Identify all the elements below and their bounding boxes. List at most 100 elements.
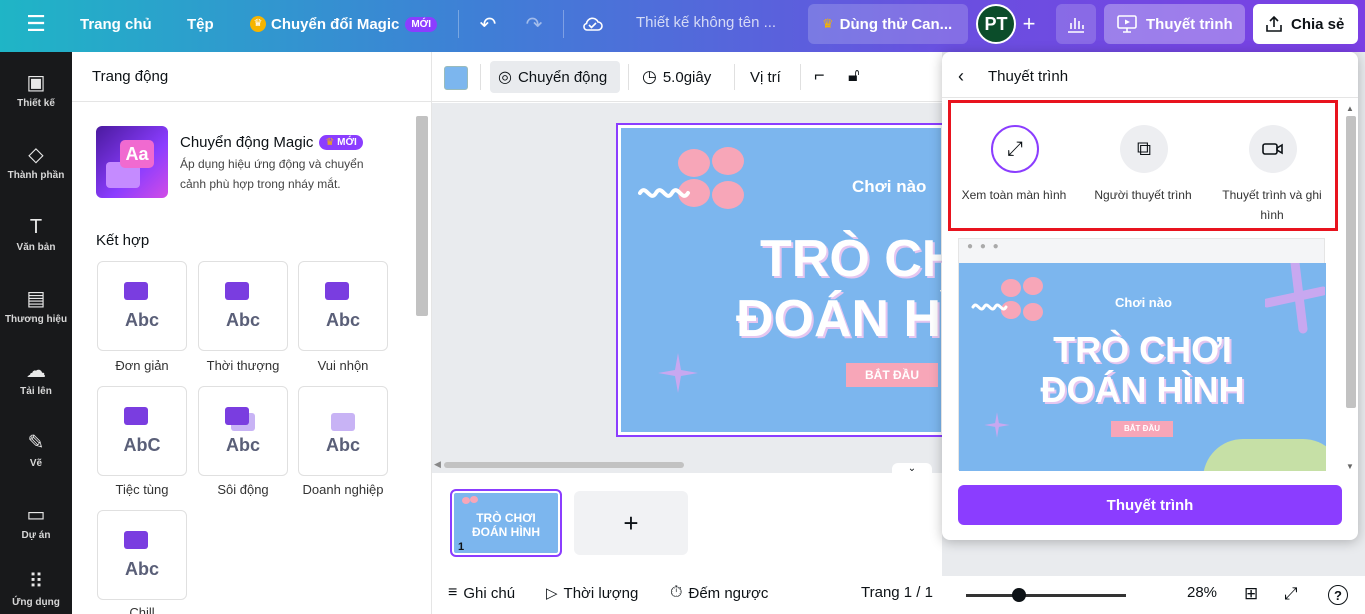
animation-card-fun[interactable]: Abc bbox=[298, 261, 388, 351]
page-thumbnail[interactable]: TRÒ CHƠI ĐOÁN HÌNH 1 bbox=[450, 489, 562, 557]
rail-item-text[interactable]: T Văn bản bbox=[0, 204, 72, 264]
add-page-button[interactable]: + bbox=[574, 491, 688, 555]
lock-icon[interactable]: 🔓︎ bbox=[848, 65, 860, 86]
option-label: Thuyết trình và ghi hình bbox=[1222, 188, 1322, 222]
rail-item-apps[interactable]: ⠿ Ứng dụng bbox=[0, 564, 72, 614]
sample-text: Abc bbox=[225, 435, 260, 455]
magic-animate-thumbnail[interactable]: Aa bbox=[96, 126, 168, 198]
position-button[interactable]: Vị trí bbox=[750, 61, 781, 93]
more-dots-icon: ● ● ● bbox=[967, 241, 1001, 252]
notes-button[interactable]: ≡ Ghi chú bbox=[448, 584, 515, 602]
duration-button[interactable]: ◷ 5.0giây bbox=[642, 61, 711, 93]
draw-icon: ✎ bbox=[27, 431, 45, 454]
crown-icon: ♛ bbox=[822, 16, 834, 31]
preview-start-button: BẮT ĐẦU bbox=[1111, 421, 1173, 437]
animation-card-party[interactable]: AbC bbox=[97, 386, 187, 476]
decor-blob bbox=[462, 497, 470, 504]
collapse-pages-chevron-icon[interactable]: ⌄ bbox=[892, 463, 932, 475]
present-button[interactable]: Thuyết trình bbox=[1104, 4, 1245, 44]
zoom-slider[interactable] bbox=[966, 594, 1126, 597]
trial-label: Dùng thử Can... bbox=[839, 15, 953, 33]
divider bbox=[628, 64, 629, 90]
slide-title-line1: TRÒ CHƠI bbox=[760, 230, 944, 288]
divider bbox=[458, 10, 459, 38]
notes-label: Ghi chú bbox=[463, 584, 516, 602]
cloud-saved-icon[interactable] bbox=[576, 8, 608, 40]
folder-icon: ▭ bbox=[26, 503, 46, 526]
share-button[interactable]: Chia sẻ bbox=[1253, 4, 1358, 44]
rail-item-projects[interactable]: ▭ Dự án bbox=[0, 492, 72, 552]
image-icon bbox=[331, 413, 355, 431]
rail-item-uploads[interactable]: ☁ Tải lên bbox=[0, 348, 72, 408]
page-indicator[interactable]: Trang 1 / 1 bbox=[861, 584, 933, 601]
scroll-up-arrow-icon[interactable]: ▲ bbox=[1346, 104, 1354, 113]
scroll-thumb[interactable] bbox=[1346, 116, 1356, 408]
document-title[interactable]: Thiết kế không tên ... bbox=[636, 14, 776, 31]
share-upload-icon bbox=[1266, 15, 1282, 32]
zoom-level[interactable]: 28% bbox=[1187, 584, 1217, 601]
file-menu[interactable]: Tệp bbox=[187, 0, 214, 48]
animation-card-trendy[interactable]: Abc bbox=[198, 261, 288, 351]
present-confirm-button[interactable]: Thuyết trình bbox=[958, 485, 1342, 525]
add-collaborator-icon[interactable]: + bbox=[1016, 8, 1042, 40]
animation-label: Chill bbox=[129, 605, 155, 614]
insights-chart-button[interactable] bbox=[1056, 4, 1096, 44]
animation-card-lively[interactable]: Abc bbox=[198, 386, 288, 476]
panel-scrollbar[interactable] bbox=[416, 116, 428, 316]
fullscreen-icon[interactable]: ⤢ bbox=[1284, 584, 1298, 604]
try-canva-pro-button[interactable]: ♛ Dùng thử Can... bbox=[808, 4, 968, 44]
animation-card-simple[interactable]: Abc bbox=[97, 261, 187, 351]
sample-text: Abc bbox=[325, 310, 360, 330]
scroll-thumb[interactable] bbox=[444, 462, 684, 468]
canvas-horizontal-scrollbar[interactable]: ◀ bbox=[432, 459, 942, 471]
present-options-highlight: ⤢ Xem toàn màn hình ⧉ Người thuyết trình… bbox=[948, 100, 1338, 231]
timer-button[interactable]: ⏱︎ Đếm ngược bbox=[670, 584, 768, 602]
animation-card-business[interactable]: Abc bbox=[298, 386, 388, 476]
scroll-down-arrow-icon[interactable]: ▼ bbox=[1346, 462, 1354, 471]
image-icon bbox=[325, 282, 349, 300]
animate-panel: Trang động Aa Chuyển động Magic ♛ MỚI Áp… bbox=[72, 52, 432, 614]
magic-animate-title[interactable]: Chuyển động Magic ♛ MỚI bbox=[180, 134, 363, 151]
option-fullscreen[interactable]: ⤢ Xem toàn màn hình bbox=[951, 103, 1077, 228]
rail-item-elements[interactable]: ◇ Thành phần bbox=[0, 132, 72, 192]
slide[interactable]: Chơi nào TRÒ CHƠI ĐOÁN HÌNH BẮT ĐẦU bbox=[616, 123, 946, 437]
thumb-title: TRÒ CHƠI ĐOÁN HÌNH bbox=[452, 511, 560, 539]
presentation-preview: ● ● ● Chơi nào TRÒ CHƠI ĐOÁN HÌNH BẮT ĐẦ… bbox=[958, 238, 1326, 471]
magic-switch-menu[interactable]: ♛ Chuyển đổi Magic MỚI bbox=[250, 0, 437, 48]
zoom-slider-knob[interactable] bbox=[1012, 588, 1026, 602]
duration-toggle-button[interactable]: ▷ Thời lượng bbox=[546, 584, 638, 603]
editor-toolbar: ◎ Chuyển động ◷ 5.0giây Vị trí ⌐ 🔓︎ bbox=[432, 52, 942, 102]
hamburger-menu-icon[interactable]: ☰ bbox=[22, 0, 50, 48]
redo-icon[interactable]: ↷ bbox=[518, 8, 550, 40]
rail-item-draw[interactable]: ✎ Vẽ bbox=[0, 420, 72, 480]
star-decor bbox=[984, 412, 1010, 438]
option-presenter-view[interactable]: ⧉ Người thuyết trình bbox=[1080, 103, 1206, 228]
home-menu[interactable]: Trang chủ bbox=[80, 0, 152, 48]
fullscreen-icon: ⤢ bbox=[991, 125, 1039, 173]
squiggle-decor bbox=[638, 188, 690, 198]
animation-card-chill[interactable]: Abc bbox=[97, 510, 187, 600]
animate-button[interactable]: ◎ Chuyển động bbox=[490, 61, 620, 93]
rail-label: Dự án bbox=[21, 529, 51, 541]
popover-scrollbar[interactable]: ▲ ▼ bbox=[1344, 104, 1356, 474]
pages-strip: ⌄ TRÒ CHƠI ĐOÁN HÌNH 1 + bbox=[432, 463, 942, 573]
popover-title: Thuyết trình bbox=[988, 68, 1069, 85]
avatar[interactable]: PT bbox=[976, 4, 1016, 44]
background-color-swatch[interactable] bbox=[444, 66, 468, 90]
back-chevron-icon[interactable]: ‹ bbox=[958, 66, 964, 87]
crown-icon: ♛ bbox=[325, 137, 335, 148]
star-decor bbox=[658, 353, 698, 393]
animation-label: Đơn giản bbox=[115, 358, 169, 373]
crown-icon: ♛ bbox=[250, 16, 266, 32]
rail-item-design[interactable]: ▣ Thiết kế bbox=[0, 60, 72, 120]
rail-item-brand[interactable]: ▤ Thương hiệu bbox=[0, 276, 72, 336]
option-present-and-record[interactable]: Thuyết trình và ghi hình bbox=[1209, 103, 1335, 228]
undo-icon[interactable]: ↶ bbox=[472, 8, 504, 40]
scroll-left-arrow-icon[interactable]: ◀ bbox=[434, 459, 441, 470]
video-camera-icon bbox=[1249, 125, 1297, 173]
grid-view-icon[interactable]: ⊞ bbox=[1244, 584, 1258, 604]
shapes-icon: ◇ bbox=[28, 143, 44, 166]
help-icon[interactable]: ? bbox=[1328, 585, 1348, 605]
magic-animate-label: Chuyển động Magic bbox=[180, 134, 314, 151]
paint-roller-icon[interactable]: ⌐ bbox=[814, 65, 825, 86]
